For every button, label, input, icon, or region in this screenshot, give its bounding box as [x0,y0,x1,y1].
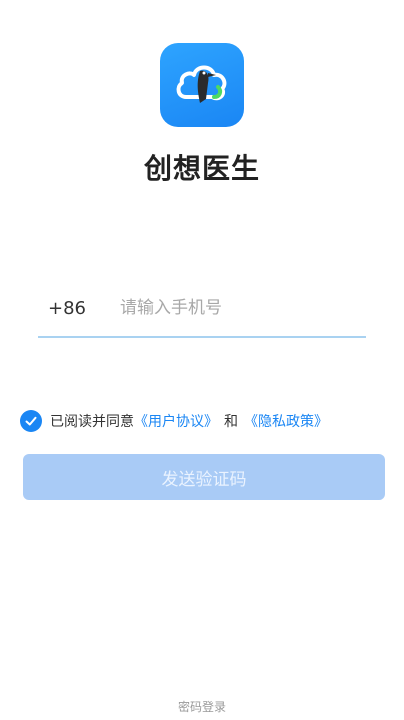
country-code[interactable]: +86 [38,298,118,319]
privacy-policy-link[interactable]: 《隐私政策》 [244,411,328,431]
and-text: 和 [224,414,238,430]
phone-input-row: +86 [38,280,366,338]
app-name: 创想医生 [143,152,260,185]
send-code-button[interactable]: 发送验证码 [23,454,385,500]
user-agreement-link[interactable]: 《用户协议》 [134,411,218,431]
app-logo-icon [160,43,244,127]
cloud-woodpecker-icon [176,65,227,103]
agreement-row: 已阅读并同意 《用户协议》 和 《隐私政策》 [20,408,328,434]
agree-prefix-text: 已阅读并同意 [50,414,134,430]
agree-checkbox[interactable] [20,410,42,432]
phone-input[interactable] [118,297,366,319]
checkmark-icon [25,416,37,426]
password-login-link[interactable]: 密码登录 [0,698,404,715]
